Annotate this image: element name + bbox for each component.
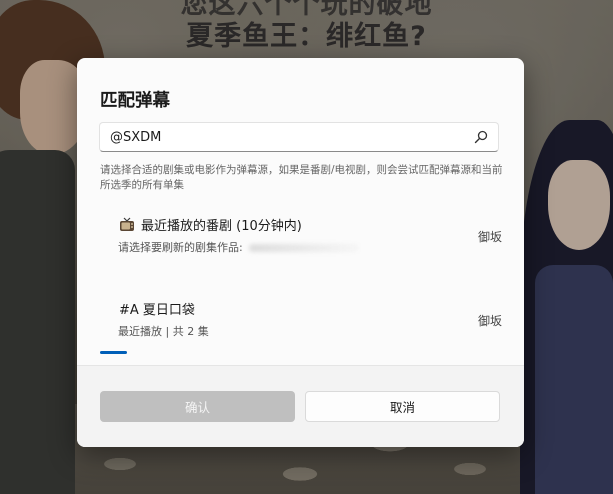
search-icon[interactable] bbox=[474, 130, 488, 144]
loading-indicator bbox=[100, 351, 127, 354]
dialog-title: 匹配弹幕 bbox=[100, 91, 170, 111]
result-item-natsu-pockets[interactable]: #A 夏日口袋 最近播放 | 共 2 集 御坂 bbox=[107, 290, 502, 360]
result-item-source: 御坂 bbox=[477, 314, 502, 328]
result-item-source: 御坂 bbox=[477, 230, 502, 244]
cancel-button[interactable]: 取消 bbox=[305, 391, 500, 422]
result-item-subtitle: 最近播放 | 共 2 集 bbox=[118, 325, 209, 338]
dialog-footer: 确认 取消 bbox=[77, 365, 524, 447]
tv-icon bbox=[120, 217, 134, 231]
search-box[interactable] bbox=[99, 122, 499, 152]
match-danmaku-dialog: 匹配弹幕 请选择合适的剧集或电影作为弹幕源，如果是番剧/电视剧，则会尝试匹配弹幕… bbox=[77, 58, 524, 447]
result-item-title-row: #A 夏日口袋 bbox=[119, 299, 195, 318]
video-subtitle-line-2: 夏季鱼王：绯红鱼? bbox=[186, 21, 427, 52]
result-item-title: #A 夏日口袋 bbox=[119, 303, 195, 318]
result-item-title: 最近播放的番剧 (10分钟内) bbox=[141, 219, 302, 234]
confirm-button[interactable]: 确认 bbox=[100, 391, 295, 422]
search-input[interactable] bbox=[110, 123, 465, 151]
result-item-recent[interactable]: 最近播放的番剧 (10分钟内) 请选择要刷新的剧集作品: 御坂 bbox=[107, 206, 502, 276]
result-item-subtitle: 请选择要刷新的剧集作品: bbox=[118, 239, 359, 255]
result-item-title-row: 最近播放的番剧 (10分钟内) bbox=[119, 215, 302, 234]
hint-text: 请选择合适的剧集或电影作为弹幕源，如果是番剧/电视剧，则会尝试匹配弹幕源和当前所… bbox=[100, 164, 503, 191]
